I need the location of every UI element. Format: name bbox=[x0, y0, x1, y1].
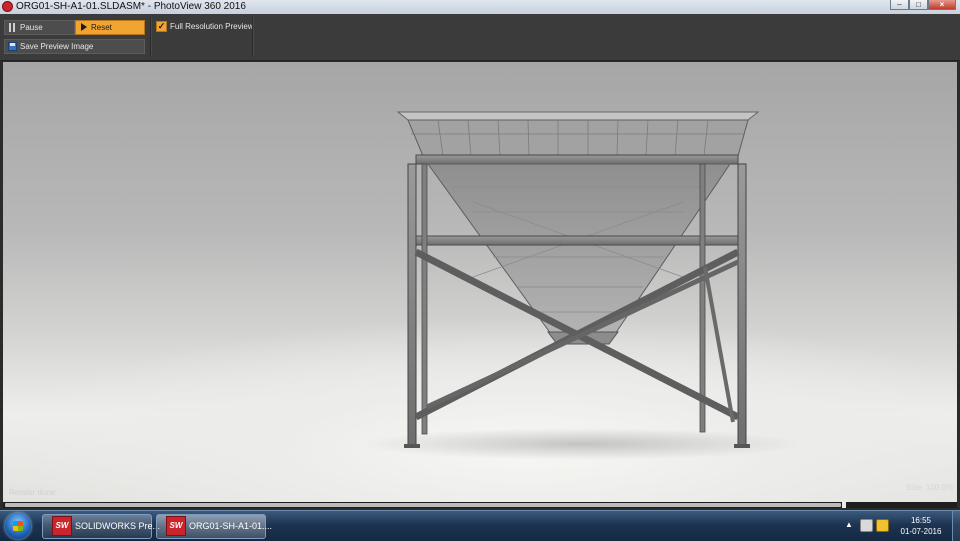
hopper-upper-panel bbox=[407, 119, 749, 157]
solidworks-icon: SW bbox=[166, 516, 186, 536]
scrollbar-grip[interactable] bbox=[842, 502, 846, 508]
photoview-app-icon bbox=[2, 1, 13, 12]
full-resolution-checkbox[interactable]: ✓ bbox=[156, 21, 167, 32]
taskbar-item-label: ORG01-SH-A1-01.... bbox=[189, 521, 273, 531]
network-icon[interactable] bbox=[860, 519, 873, 532]
render-size-readout: Size: 100.0% bbox=[905, 483, 953, 492]
floppy-disk-icon bbox=[8, 42, 17, 51]
save-preview-image-button[interactable]: Save Preview Image bbox=[4, 39, 145, 54]
left-rear-column bbox=[421, 163, 428, 435]
play-icon bbox=[81, 23, 87, 31]
scrollbar-thumb[interactable] bbox=[5, 503, 841, 507]
save-preview-image-label: Save Preview Image bbox=[20, 42, 94, 51]
right-base-plate bbox=[734, 444, 750, 448]
show-hidden-icons-arrow[interactable]: ▲ bbox=[845, 520, 853, 529]
maximize-button[interactable]: □ bbox=[909, 0, 928, 10]
reset-button-label: Reset bbox=[91, 23, 112, 32]
start-button[interactable] bbox=[5, 513, 31, 539]
window-title: ORG01-SH-A1-01.SLDASM* - PhotoView 360 2… bbox=[16, 1, 246, 12]
pause-icon bbox=[9, 23, 15, 32]
pause-button-label: Pause bbox=[20, 23, 43, 32]
close-button[interactable]: × bbox=[928, 0, 956, 10]
render-status-text: Render done bbox=[9, 488, 56, 497]
left-front-column bbox=[407, 163, 417, 447]
full-resolution-label: Full Resolution Preview bbox=[170, 22, 254, 31]
rendered-hopper-structure bbox=[361, 111, 801, 460]
right-front-column bbox=[737, 163, 747, 447]
windows-taskbar: SW SOLIDWORKS Pre... SW ORG01-SH-A1-01..… bbox=[0, 510, 960, 541]
clock-date: 01-07-2016 bbox=[900, 527, 942, 536]
hopper-rim bbox=[396, 111, 760, 121]
hopper-funnel bbox=[427, 163, 731, 335]
minimize-button[interactable]: – bbox=[890, 0, 909, 10]
left-base-plate bbox=[404, 444, 420, 448]
reset-button[interactable]: Reset bbox=[75, 20, 145, 35]
render-viewport[interactable]: Render done Size: 100.0% bbox=[3, 62, 957, 502]
show-desktop-button[interactable] bbox=[952, 511, 960, 541]
solidworks-icon: SW bbox=[52, 516, 72, 536]
right-rear-column bbox=[699, 163, 706, 433]
taskbar-item-solidworks[interactable]: SW SOLIDWORKS Pre... bbox=[42, 514, 160, 539]
top-beam bbox=[415, 154, 739, 165]
pause-button[interactable]: Pause bbox=[4, 20, 75, 35]
clock-time: 16:55 bbox=[910, 516, 932, 525]
taskbar-item-label: SOLIDWORKS Pre... bbox=[75, 521, 161, 531]
taskbar-item-photoview[interactable]: SW ORG01-SH-A1-01.... bbox=[156, 514, 272, 539]
toolbar-separator-2 bbox=[252, 17, 254, 57]
window-controls: – □ × bbox=[890, 0, 956, 10]
system-clock[interactable]: 16:55 01-07-2016 bbox=[893, 515, 949, 537]
toolbar-separator bbox=[150, 17, 152, 57]
horizontal-scrollbar[interactable] bbox=[3, 502, 957, 508]
mid-beam bbox=[415, 235, 739, 246]
window-titlebar: ORG01-SH-A1-01.SLDASM* - PhotoView 360 2… bbox=[0, 0, 960, 14]
action-center-flag-icon[interactable] bbox=[876, 519, 889, 532]
preview-toolbar: Pause Reset Save Preview Image ✓ Full Re… bbox=[0, 14, 960, 61]
